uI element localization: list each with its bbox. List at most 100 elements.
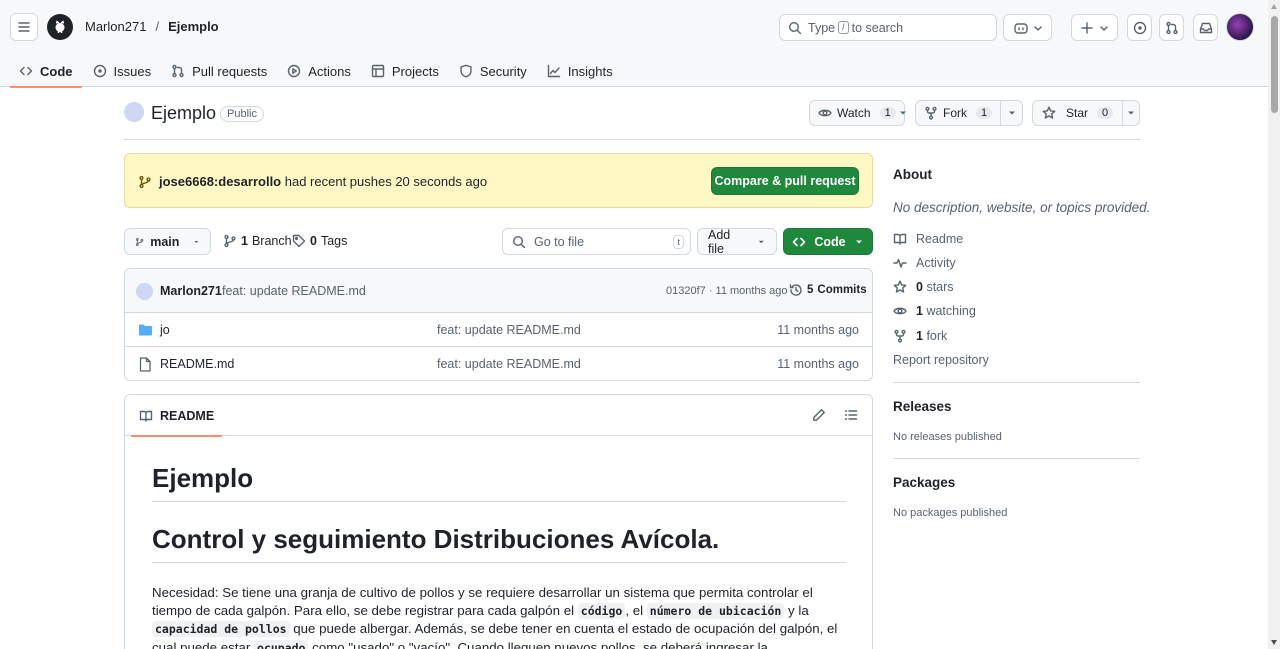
branch-selector[interactable]: main xyxy=(124,228,211,255)
tab-pull-requests[interactable]: Pull requests xyxy=(162,55,276,87)
caret-down-icon xyxy=(1128,111,1135,115)
branches-link[interactable]: 1 Branch xyxy=(223,234,292,248)
copilot-button[interactable] xyxy=(1003,14,1052,41)
star-button[interactable]: Star 0 xyxy=(1032,100,1140,126)
page-scrollbar[interactable] xyxy=(1268,0,1280,649)
watching-link[interactable]: 1 watching xyxy=(893,304,976,318)
watch-button[interactable]: Watch 1 xyxy=(809,100,908,126)
caret-down-icon xyxy=(899,111,906,115)
file-date: 11 months ago xyxy=(777,357,859,371)
create-new-button[interactable] xyxy=(1071,14,1118,41)
file-icon xyxy=(139,357,151,372)
about-description: No description, website, or topics provi… xyxy=(893,200,1151,215)
top-header: Marlon271 / Ejemplo Type / to search Cod… xyxy=(0,0,1268,88)
go-to-file-input[interactable]: Go to file t xyxy=(502,228,691,255)
commit-author-avatar[interactable] xyxy=(136,283,153,300)
search-icon xyxy=(512,235,526,248)
code-button-label: Code xyxy=(814,234,846,249)
star-label: Star xyxy=(1066,106,1089,120)
pencil-icon[interactable] xyxy=(812,408,826,422)
file-name[interactable]: README.md xyxy=(160,357,234,371)
repo-title-row: Ejemplo Public Watch 1 Fork 1 Star 0 xyxy=(124,99,1140,140)
tab-label: Issues xyxy=(113,63,152,79)
packages-empty: No packages published xyxy=(893,507,1008,519)
eye-icon xyxy=(893,307,907,315)
search-placeholder-post: to search xyxy=(851,20,904,35)
fork-icon xyxy=(925,106,937,120)
tags-link[interactable]: 0 Tags xyxy=(292,234,347,248)
releases-heading[interactable]: Releases xyxy=(893,399,952,414)
code-button[interactable]: Code xyxy=(783,228,873,255)
tab-code[interactable]: Code xyxy=(10,55,82,88)
breadcrumb-owner[interactable]: Marlon271 xyxy=(85,19,146,34)
readme-heading: Ejemplo xyxy=(152,463,846,503)
pull-requests-button[interactable] xyxy=(1159,14,1184,41)
breadcrumb-repo[interactable]: Ejemplo xyxy=(168,19,219,34)
add-file-label: Add file xyxy=(708,227,731,256)
compare-pull-request-button[interactable]: Compare & pull request xyxy=(711,167,859,195)
file-name[interactable]: jo xyxy=(160,323,170,337)
forks-link[interactable]: 1 fork xyxy=(893,329,947,343)
menu-button[interactable] xyxy=(10,13,38,41)
stars-label: stars xyxy=(926,280,954,294)
repo-owner-avatar[interactable] xyxy=(124,102,144,122)
scrollbar-thumb[interactable] xyxy=(1271,16,1278,113)
inbox-icon xyxy=(1199,22,1212,33)
tab-actions[interactable]: Actions xyxy=(278,55,360,87)
commits-link[interactable]: 5 Commits xyxy=(789,283,867,297)
commits-label: Commits xyxy=(817,284,867,296)
watch-count: 1 xyxy=(879,107,896,119)
book-icon xyxy=(893,233,907,245)
issues-button[interactable] xyxy=(1127,14,1152,41)
pushed-branch-name[interactable]: jose6668:desarrollo xyxy=(159,174,281,189)
user-avatar[interactable] xyxy=(1226,13,1254,41)
commit-author[interactable]: Marlon271 xyxy=(160,284,222,298)
watch-label: Watch xyxy=(837,106,871,120)
tag-icon xyxy=(292,234,306,248)
tab-insights[interactable]: Insights xyxy=(538,55,622,87)
fork-dropdown[interactable] xyxy=(1001,101,1022,125)
stars-link[interactable]: 0 stars xyxy=(893,280,954,294)
caret-down-icon xyxy=(1008,111,1015,115)
readme-link[interactable]: Readme xyxy=(893,232,963,246)
scroll-up-arrow-icon[interactable] xyxy=(1271,4,1277,9)
pull-request-icon xyxy=(172,64,184,78)
commit-hash-time[interactable]: 01320f7 · 11 months ago xyxy=(666,285,788,297)
readme-tab[interactable]: README xyxy=(131,395,223,437)
inbox-button[interactable] xyxy=(1193,14,1218,41)
watching-count: 1 xyxy=(916,304,923,318)
file-commit-message[interactable]: feat: update README.md xyxy=(437,323,581,337)
fork-button[interactable]: Fork 1 xyxy=(915,100,1023,126)
tab-issues[interactable]: Issues xyxy=(84,55,161,87)
commit-message[interactable]: feat: update README.md xyxy=(222,284,366,298)
star-count: 0 xyxy=(1097,107,1114,119)
search-input[interactable]: Type / to search xyxy=(779,14,997,41)
table-icon xyxy=(371,64,385,78)
watch-dropdown[interactable] xyxy=(898,101,908,125)
tab-projects[interactable]: Projects xyxy=(362,55,448,87)
activity-link[interactable]: Activity xyxy=(893,256,956,270)
stars-count: 0 xyxy=(916,280,923,294)
breadcrumb: Marlon271 / Ejemplo xyxy=(85,19,219,34)
report-repository-link[interactable]: Report repository xyxy=(893,353,989,367)
pull-request-icon xyxy=(1165,21,1178,34)
repo-name[interactable]: Ejemplo xyxy=(151,103,216,124)
readme-text: y la xyxy=(784,602,809,618)
tab-security[interactable]: Security xyxy=(450,55,536,87)
readme-code: número de ubicación xyxy=(646,602,785,619)
divider xyxy=(893,382,1140,383)
folder-icon xyxy=(139,324,152,336)
list-outline-icon[interactable] xyxy=(844,408,858,422)
readme-link-label: Readme xyxy=(916,232,964,246)
readme-code: ocupado xyxy=(254,639,309,649)
branches-count: 1 xyxy=(241,234,248,248)
star-dropdown[interactable] xyxy=(1123,101,1139,125)
book-icon xyxy=(139,410,153,422)
github-logo-icon[interactable] xyxy=(47,14,73,40)
file-commit-message[interactable]: feat: update README.md xyxy=(437,357,581,371)
add-file-button[interactable]: Add file xyxy=(697,227,777,256)
hamburger-icon xyxy=(18,22,30,32)
branch-icon xyxy=(139,175,151,189)
packages-heading[interactable]: Packages xyxy=(893,475,955,490)
scroll-down-arrow-icon[interactable] xyxy=(1271,640,1277,645)
